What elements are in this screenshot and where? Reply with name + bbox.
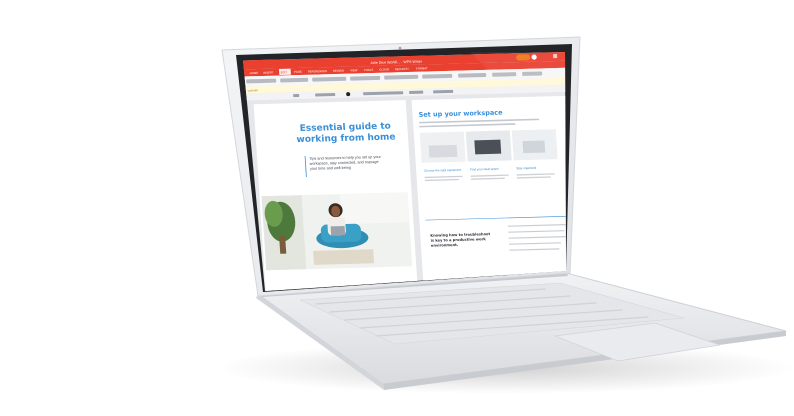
tab-tools[interactable]: TOOLS: [364, 68, 374, 72]
tab-edit[interactable]: EDIT: [281, 70, 288, 74]
tab-home[interactable]: HOME: [250, 71, 259, 75]
status-snippet: Last edit: [248, 88, 258, 92]
card-2-title: Find your ideal space: [470, 167, 499, 172]
webcam: [398, 46, 402, 50]
workspace-images: [419, 129, 558, 163]
woman-with-laptop-photo: [261, 192, 413, 271]
tab-review[interactable]: REVIEW: [333, 69, 345, 73]
tab-insert[interactable]: INSERT: [263, 70, 274, 74]
tab-format[interactable]: FORMAT: [416, 66, 428, 70]
bottom-heading-line3: environment.: [431, 243, 458, 248]
tab-security[interactable]: SECURITY: [395, 67, 410, 71]
tab-view[interactable]: VIEW: [350, 68, 358, 72]
tab-cloud[interactable]: CLOUD: [379, 67, 389, 71]
tab-page[interactable]: PAGE: [294, 70, 302, 74]
laptop-scene: Jolie Dice Workfl... - WPS Writer HOME IN…: [215, 36, 794, 394]
tab-references[interactable]: REFERENCES: [308, 69, 327, 74]
card-3-title: Stay organized: [516, 166, 537, 171]
